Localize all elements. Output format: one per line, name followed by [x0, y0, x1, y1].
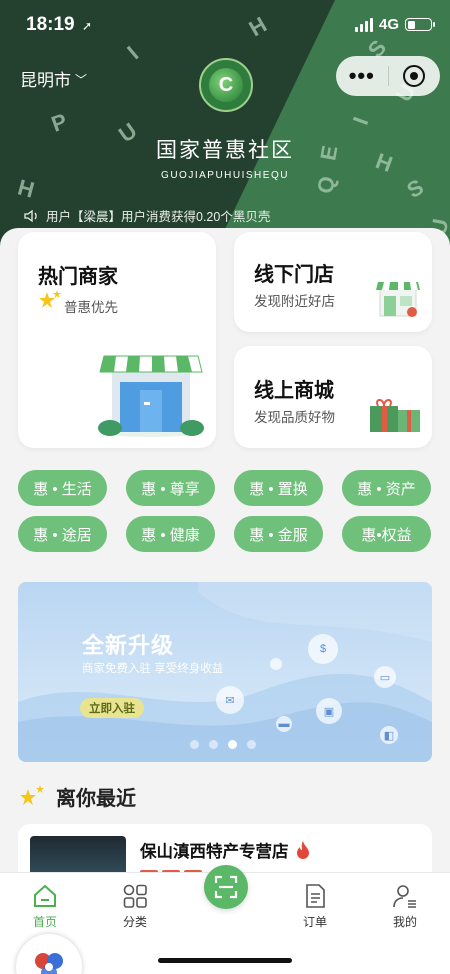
assistant-logo-icon — [35, 953, 63, 974]
tab-profile[interactable]: 我的 — [360, 881, 450, 930]
status-bar: 18:19 ➚ 4G — [26, 14, 435, 42]
category-pill[interactable]: 惠 • 金服 — [234, 516, 323, 552]
category-pill[interactable]: 惠•权益 — [342, 516, 431, 552]
home-indicator — [158, 958, 292, 963]
online-mall-subtitle: 发现品质好物 — [254, 410, 335, 425]
category-pill[interactable]: 惠 • 生活 — [18, 470, 107, 506]
city-selector[interactable]: 昆明市 ﹀ — [20, 66, 87, 91]
mail-icon: ✉ — [216, 686, 244, 714]
card-icon: ▬ — [276, 716, 292, 732]
fire-icon — [296, 841, 309, 859]
star-icon — [39, 290, 61, 308]
scan-icon — [214, 875, 238, 899]
banner-subtitle: 商家免费入驻 享受终身收益 — [82, 663, 224, 675]
category-pill[interactable]: 惠 • 资产 — [342, 470, 431, 506]
nearby-section-header: 离你最近 — [18, 782, 136, 811]
carousel-dots — [190, 740, 256, 749]
scan-button[interactable] — [204, 865, 248, 909]
tab-label: 首页 — [32, 915, 57, 929]
speaker-icon — [24, 209, 37, 222]
banner-waves — [18, 582, 432, 762]
order-icon — [306, 884, 325, 908]
join-now-button[interactable]: 立即入驻 — [80, 698, 144, 718]
brand-logo: C — [199, 58, 253, 112]
tab-orders[interactable]: 订单 — [270, 881, 360, 930]
header-hero: P H U I H S U I Q E H S U 18:19 ➚ 4G 昆明市… — [0, 0, 450, 250]
hot-merchants-card[interactable]: 热门商家 普惠优先 — [18, 232, 216, 448]
offline-store-title: 线下门店 — [254, 264, 334, 286]
network-type: 4G — [378, 16, 399, 33]
category-pill[interactable]: 惠 • 尊享 — [126, 470, 215, 506]
content-area: 热门商家 普惠优先 线下门店 发现附近好店 线上商城 发现品质好物 惠 • 生活… — [0, 228, 450, 934]
home-icon — [34, 884, 56, 907]
target-icon — [403, 65, 426, 87]
storefront-icon — [98, 355, 204, 437]
brand-subtitle: GUOJIAPUHUISHEQU — [161, 170, 289, 181]
brand-title: 国家普惠社区 — [156, 139, 294, 162]
nearby-title: 离你最近 — [56, 788, 136, 810]
tab-category[interactable]: 分类 — [90, 881, 180, 930]
category-pill[interactable]: 惠 • 置换 — [234, 470, 323, 506]
carousel-dot[interactable] — [190, 740, 199, 749]
gift-box-icon — [370, 399, 420, 432]
more-button[interactable]: ••• — [336, 65, 388, 87]
tab-label: 我的 — [392, 915, 417, 929]
notice-text: 用户【梁晨】用户消费获得0.20个黑贝壳 — [46, 210, 271, 224]
shop-icon — [376, 282, 420, 317]
tab-label: 订单 — [302, 915, 327, 929]
online-mall-card[interactable]: 线上商城 发现品质好物 — [234, 346, 432, 448]
category-pill[interactable]: 惠 • 途居 — [18, 516, 107, 552]
chevron-down-icon: ﹀ — [75, 73, 88, 87]
category-pill[interactable]: 惠 • 健康 — [126, 516, 215, 552]
category-pills: 惠 • 生活 惠 • 尊享 惠 • 置换 惠 • 资产 惠 • 途居 惠 • 健… — [18, 470, 432, 552]
carousel-dot[interactable] — [247, 740, 256, 749]
tab-label: 分类 — [122, 915, 147, 929]
profile-icon — [393, 885, 416, 908]
promo-banner[interactable]: $ ▭ ✉ ▣ ▬ ◧ 全新升级 商家免费入驻 享受终身收益 立即入驻 — [18, 582, 432, 762]
banner-title: 全新升级 — [82, 633, 175, 658]
city-label: 昆明市 — [20, 71, 71, 90]
offline-store-subtitle: 发现附近好店 — [254, 294, 335, 309]
miniprogram-capsule: ••• — [336, 56, 440, 96]
carousel-dot-active[interactable] — [228, 740, 237, 749]
star-icon — [20, 784, 44, 805]
dot-icon — [270, 658, 282, 670]
hot-merchants-title: 热门商家 — [38, 266, 118, 288]
offline-store-card[interactable]: 线下门店 发现附近好店 — [234, 232, 432, 332]
status-time: 18:19 — [26, 14, 75, 35]
box-icon: ◧ — [380, 726, 398, 744]
shop-name: 保山滇西特产专营店 — [140, 843, 289, 861]
online-mall-title: 线上商城 — [254, 380, 334, 402]
location-arrow-icon: ➚ — [82, 19, 93, 33]
shop-small-icon: ▣ — [316, 698, 342, 724]
category-icon — [123, 884, 147, 908]
tab-home[interactable]: 首页 — [0, 881, 90, 930]
close-button[interactable] — [388, 65, 440, 87]
signal-icon — [354, 17, 373, 32]
notice-bar[interactable]: 用户【梁晨】用户消费获得0.20个黑贝壳 — [24, 206, 270, 225]
carousel-dot[interactable] — [209, 740, 218, 749]
battery-icon — [405, 18, 435, 31]
hot-merchants-subtitle: 普惠优先 — [64, 300, 118, 315]
car-icon: ▭ — [374, 666, 396, 688]
money-bag-icon: $ — [308, 634, 338, 664]
